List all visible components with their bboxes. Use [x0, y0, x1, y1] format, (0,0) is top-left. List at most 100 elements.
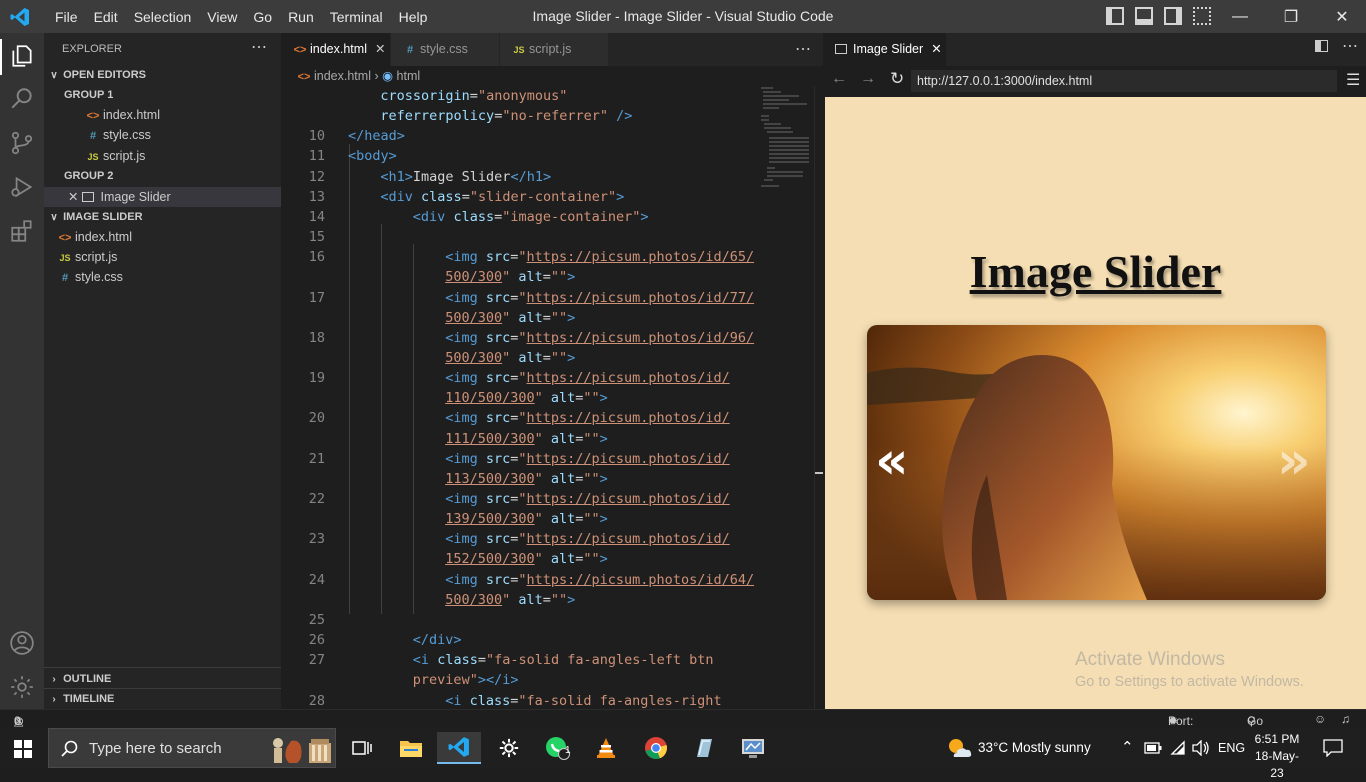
code-token: crossorigin [380, 88, 470, 104]
file-explorer-icon[interactable] [389, 732, 433, 764]
code-token: alt [550, 470, 576, 487]
extensions-icon[interactable] [9, 218, 35, 244]
wifi-icon[interactable] [1170, 740, 1186, 756]
chevron-right-icon: › [52, 694, 56, 705]
task-view-icon[interactable] [340, 732, 384, 764]
code-line: 500/300" alt=""> [445, 592, 575, 608]
windows-start-icon[interactable] [14, 740, 32, 758]
code-token: "" [583, 551, 600, 568]
input-language[interactable]: ENG [1218, 728, 1245, 768]
chevron-up-icon[interactable]: ⌃ [1121, 728, 1134, 768]
action-center-icon[interactable] [1323, 739, 1343, 757]
code-line: <img src="https://picsum.photos/id/96/ [445, 330, 754, 346]
toggle-secondary-sidebar-icon[interactable] [1164, 7, 1182, 25]
code-token: " [534, 511, 543, 528]
file-index-html[interactable]: <> index.html [44, 227, 281, 247]
more-actions-icon[interactable]: ⋯ [1342, 36, 1358, 56]
tab-image-slider-preview[interactable]: Image Slider ✕ [823, 33, 946, 66]
volume-icon[interactable] [1192, 740, 1210, 756]
source-control-icon[interactable] [9, 130, 35, 156]
open-editors-section[interactable]: ∨ OPEN EDITORS [44, 65, 281, 85]
timeline-section[interactable]: › TIMELINE [44, 689, 281, 709]
image-slider-folder[interactable]: ∨ IMAGE SLIDER [44, 207, 281, 227]
menu-terminal[interactable]: Terminal [322, 9, 391, 25]
open-editor-index-html[interactable]: <> index.html [44, 105, 281, 125]
close-icon[interactable]: ✕ [375, 42, 385, 56]
customize-layout-icon[interactable] [1193, 7, 1211, 25]
open-editor-script-js[interactable]: JS script.js [44, 146, 281, 166]
file-script-js[interactable]: JS script.js [44, 247, 281, 267]
line-number: 23 [308, 531, 325, 548]
search-icon[interactable] [9, 86, 35, 112]
feedback-icon[interactable]: ☺ [1314, 712, 1326, 726]
run-debug-icon[interactable] [9, 174, 35, 200]
tab-style-css[interactable]: # style.css [391, 33, 499, 66]
menu-view[interactable]: View [199, 9, 245, 25]
remote-desktop-icon[interactable] [731, 732, 775, 764]
open-editor-image-slider[interactable]: ✕ Image Slider [44, 187, 281, 207]
settings-gear-icon[interactable] [9, 674, 35, 700]
line-number: 28 [308, 692, 325, 709]
minimap[interactable] [759, 86, 814, 196]
code-token: https://picsum.photos/id/96/ [526, 329, 755, 346]
notifications-bell-icon[interactable]: ♫ [1341, 712, 1350, 726]
code-area[interactable]: crossorigin="anonymous" referrerpolicy="n… [281, 86, 823, 709]
vscode-taskbar-icon[interactable] [437, 732, 481, 764]
code-token: "" [583, 430, 600, 447]
html-file-icon: <> [58, 232, 72, 244]
menu-file[interactable]: File [47, 9, 86, 25]
outline-section[interactable]: › OUTLINE [44, 669, 281, 689]
editor-scrollbar[interactable] [814, 86, 823, 709]
more-actions-icon[interactable]: ⋯ [251, 37, 267, 57]
file-style-css[interactable]: # style.css [44, 267, 281, 287]
battery-icon[interactable] [1144, 742, 1162, 754]
minimize-button[interactable]: — [1217, 0, 1263, 33]
menu-icon[interactable]: ☰ [1346, 70, 1360, 90]
tab-script-js[interactable]: JS script.js [500, 33, 608, 66]
open-editor-style-css[interactable]: # style.css [44, 125, 281, 145]
weather-text[interactable]: 33°C Mostly sunny [978, 728, 1091, 768]
code-token: https://picsum.photos/id/ [526, 410, 730, 427]
chrome-icon[interactable] [634, 732, 678, 764]
close-icon[interactable]: ✕ [931, 42, 941, 56]
tab-index-html[interactable]: <> index.html ✕ [281, 33, 390, 66]
code-token: <i [445, 692, 462, 709]
vlc-icon[interactable] [584, 732, 628, 764]
address-bar[interactable]: http://127.0.0.1:3000/index.html [911, 70, 1337, 92]
breadcrumb-element[interactable]: html [397, 69, 421, 83]
toggle-panel-icon[interactable] [1135, 7, 1153, 25]
explorer-icon[interactable] [9, 43, 35, 69]
menu-run[interactable]: Run [280, 9, 322, 25]
toggle-sidebar-icon[interactable] [1106, 7, 1124, 25]
back-arrow-icon[interactable]: ← [831, 70, 847, 88]
next-slide-button[interactable]: » [1277, 435, 1311, 487]
code-token: preview" [412, 672, 478, 689]
settings-gear-icon[interactable] [487, 732, 531, 764]
menu-selection[interactable]: Selection [126, 9, 200, 25]
menu-help[interactable]: Help [391, 9, 436, 25]
search-icon [61, 740, 78, 757]
notes-app-icon[interactable] [682, 732, 726, 764]
editor-more-actions-icon[interactable]: ⋯ [795, 39, 811, 59]
code-line: <img src="https://picsum.photos/id/65/ [445, 249, 754, 265]
split-editor-icon[interactable] [1315, 40, 1328, 52]
close-icon[interactable]: ✕ [68, 190, 78, 204]
code-line: <img src="https://picsum.photos/id/77/ [445, 290, 754, 306]
forward-arrow-icon[interactable]: → [860, 70, 876, 88]
menu-edit[interactable]: Edit [86, 9, 126, 25]
restore-button[interactable]: ❐ [1268, 0, 1314, 33]
prev-slide-button[interactable]: « [875, 435, 909, 487]
system-clock[interactable]: 6:51 PM 18-May-23 [1252, 731, 1302, 782]
reload-icon[interactable]: ↻ [890, 69, 904, 89]
code-line: 500/300" alt=""> [445, 269, 575, 285]
weather-sunny-icon[interactable] [946, 737, 972, 759]
account-icon[interactable] [9, 630, 35, 656]
close-window-button[interactable]: ✕ [1319, 0, 1365, 33]
whatsapp-icon[interactable]: 1 [535, 732, 579, 764]
menu-go[interactable]: Go [245, 9, 280, 25]
code-token: 500/300 [445, 591, 503, 608]
breadcrumb-file[interactable]: index.html [314, 69, 371, 83]
taskbar-search[interactable]: Type here to search [48, 728, 336, 768]
